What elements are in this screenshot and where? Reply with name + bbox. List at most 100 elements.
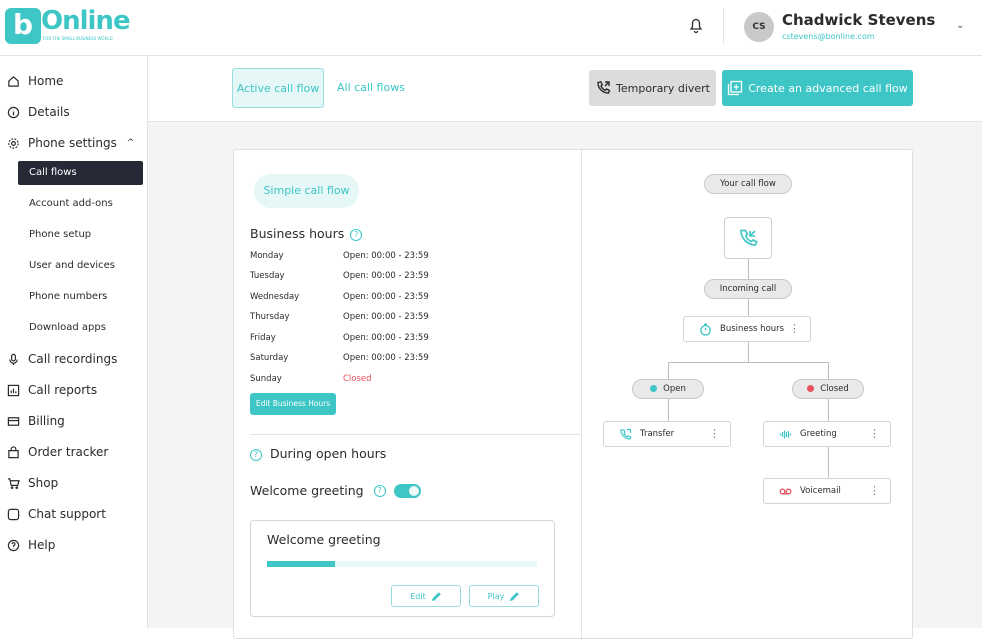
audio-wave-icon [778,427,792,441]
logo-mark: b [5,8,41,44]
play-greeting-button[interactable]: Play [469,585,539,607]
sidebar-item-help[interactable]: Help [0,532,148,558]
closed-branch-label: Closed [820,384,849,394]
user-name[interactable]: Chadwick Stevens [782,11,935,29]
hours-value: Open: 00:00 - 23:59 [343,353,429,363]
phone-forward-icon [597,80,611,94]
info-icon [6,105,20,119]
chevron-down-icon[interactable]: ⌄ [956,20,964,31]
sidebar-item-chat-support[interactable]: Chat support [0,501,148,527]
business-hours-heading: Business hours? [250,226,363,241]
sidebar-item-home[interactable]: Home [0,68,148,94]
voicemail-icon [778,484,792,498]
sidebar-item-call-reports[interactable]: Call reports [0,377,148,403]
during-open-hours-title: During open hours [270,446,387,461]
sidebar-item-shop[interactable]: Shop [0,470,148,496]
greeting-node[interactable]: Greeting ⋮ [763,421,891,447]
help-icon[interactable]: ? [350,228,363,241]
voicemail-node[interactable]: Voicemail ⋮ [763,478,891,504]
gear-icon [6,136,20,150]
credit-card-icon [6,414,20,428]
more-options-icon[interactable]: ⋮ [709,427,720,441]
bag-icon [6,445,20,459]
home-icon [6,74,20,88]
sidebar-item-phone-settings[interactable]: Phone settings ^ [0,130,148,156]
help-icon [6,538,20,552]
sidebar-subitem-download-apps[interactable]: Download apps [18,316,143,340]
flow-connector [668,362,829,363]
sidebar-item-label: Billing [28,414,65,428]
play-greeting-label: Play [487,591,505,601]
header-divider [723,8,724,44]
incoming-phone-node[interactable] [724,217,772,259]
create-advanced-call-flow-label: Create an advanced call flow [748,81,908,95]
tab-all-call-flows[interactable]: All call flows [337,68,405,108]
sidebar-item-details[interactable]: Details [0,99,148,125]
avatar[interactable]: CS [744,12,774,42]
simple-call-flow-pill[interactable]: Simple call flow [254,174,359,208]
closed-branch-pill: Closed [792,379,864,399]
sidebar-item-call-recordings[interactable]: Call recordings [0,346,148,372]
open-status-dot [650,385,658,392]
hours-row: Monday Open: 00:00 - 23:59 [250,251,450,265]
more-options-icon[interactable]: ⋮ [869,484,880,498]
pencil-icon [431,591,441,601]
temporary-divert-button[interactable]: Temporary divert [589,70,716,106]
create-advanced-call-flow-button[interactable]: Create an advanced call flow [722,70,913,106]
closed-status-dot [807,385,815,392]
welcome-greeting-label: Welcome greeting [250,483,364,498]
voicemail-node-label: Voicemail [800,486,841,496]
sidebar-item-label: Details [28,105,70,119]
sidebar-item-label: Chat support [28,507,106,521]
more-options-icon[interactable]: ⋮ [789,322,800,336]
welcome-greeting-box: Welcome greeting Edit Play [250,520,555,617]
hours-day: Thursday [250,312,290,322]
sidebar-subitem-user-and-devices[interactable]: User and devices [18,254,143,278]
sidebar-item-billing[interactable]: Billing [0,408,148,434]
business-hours-node-label: Business hours [720,324,785,334]
sidebar: Home Details Phone settings ^ Call flows… [0,56,148,628]
phone-transfer-icon [618,427,632,441]
sidebar-item-label: Help [28,538,56,552]
greeting-progress-bar[interactable] [267,561,537,567]
cart-icon [6,476,20,490]
tab-active-call-flow[interactable]: Active call flow [232,68,324,108]
phone-incoming-icon [740,229,758,246]
incoming-call-pill: Incoming call [704,279,792,299]
sidebar-subitem-call-flows[interactable]: Call flows [18,161,143,185]
hours-day: Friday [250,333,276,343]
sidebar-item-label: Shop [28,476,59,490]
hours-day: Monday [250,251,284,261]
flow-connector [828,399,829,421]
transfer-node[interactable]: Transfer ⋮ [603,421,731,447]
edit-greeting-button[interactable]: Edit [391,585,461,607]
call-flow-card: Simple call flow Business hours? Monday … [233,149,913,640]
hours-row: Tuesday Open: 00:00 - 23:59 [250,271,450,285]
chevron-up-icon[interactable]: ^ [127,138,135,148]
flow-connector [828,447,829,478]
hours-value: Open: 00:00 - 23:59 [343,271,429,281]
business-hours-title: Business hours [250,226,345,241]
bonline-logo[interactable]: b Online FOR THE SMALL BUSINESS WORLD [5,6,131,48]
hours-value: Open: 00:00 - 23:59 [343,312,429,322]
sidebar-subitem-phone-setup[interactable]: Phone setup [18,223,143,247]
business-hours-node[interactable]: Business hours ⋮ [683,316,811,342]
transfer-node-label: Transfer [640,429,675,439]
notification-bell-icon[interactable] [688,16,704,34]
help-icon[interactable]: ? [373,484,386,497]
sidebar-item-order-tracker[interactable]: Order tracker [0,439,148,465]
sidebar-subitem-account-add-ons[interactable]: Account add-ons [18,192,143,216]
help-icon[interactable]: ? [250,448,262,461]
edit-business-hours-button[interactable]: Edit Business Hours [250,393,336,415]
welcome-greeting-toggle[interactable] [393,483,421,498]
your-call-flow-pill: Your call flow [704,174,792,194]
more-options-icon[interactable]: ⋮ [869,427,880,441]
welcome-greeting-row: Welcome greeting ? [250,483,421,498]
hours-day: Saturday [250,353,289,363]
hours-row: Friday Open: 00:00 - 23:59 [250,333,450,347]
sidebar-item-label: Home [28,74,64,88]
greeting-box-title: Welcome greeting [267,532,381,547]
greeting-progress-fill [267,561,335,567]
sidebar-subitem-phone-numbers[interactable]: Phone numbers [18,285,143,309]
during-open-hours-heading: ? During open hours [250,446,386,461]
